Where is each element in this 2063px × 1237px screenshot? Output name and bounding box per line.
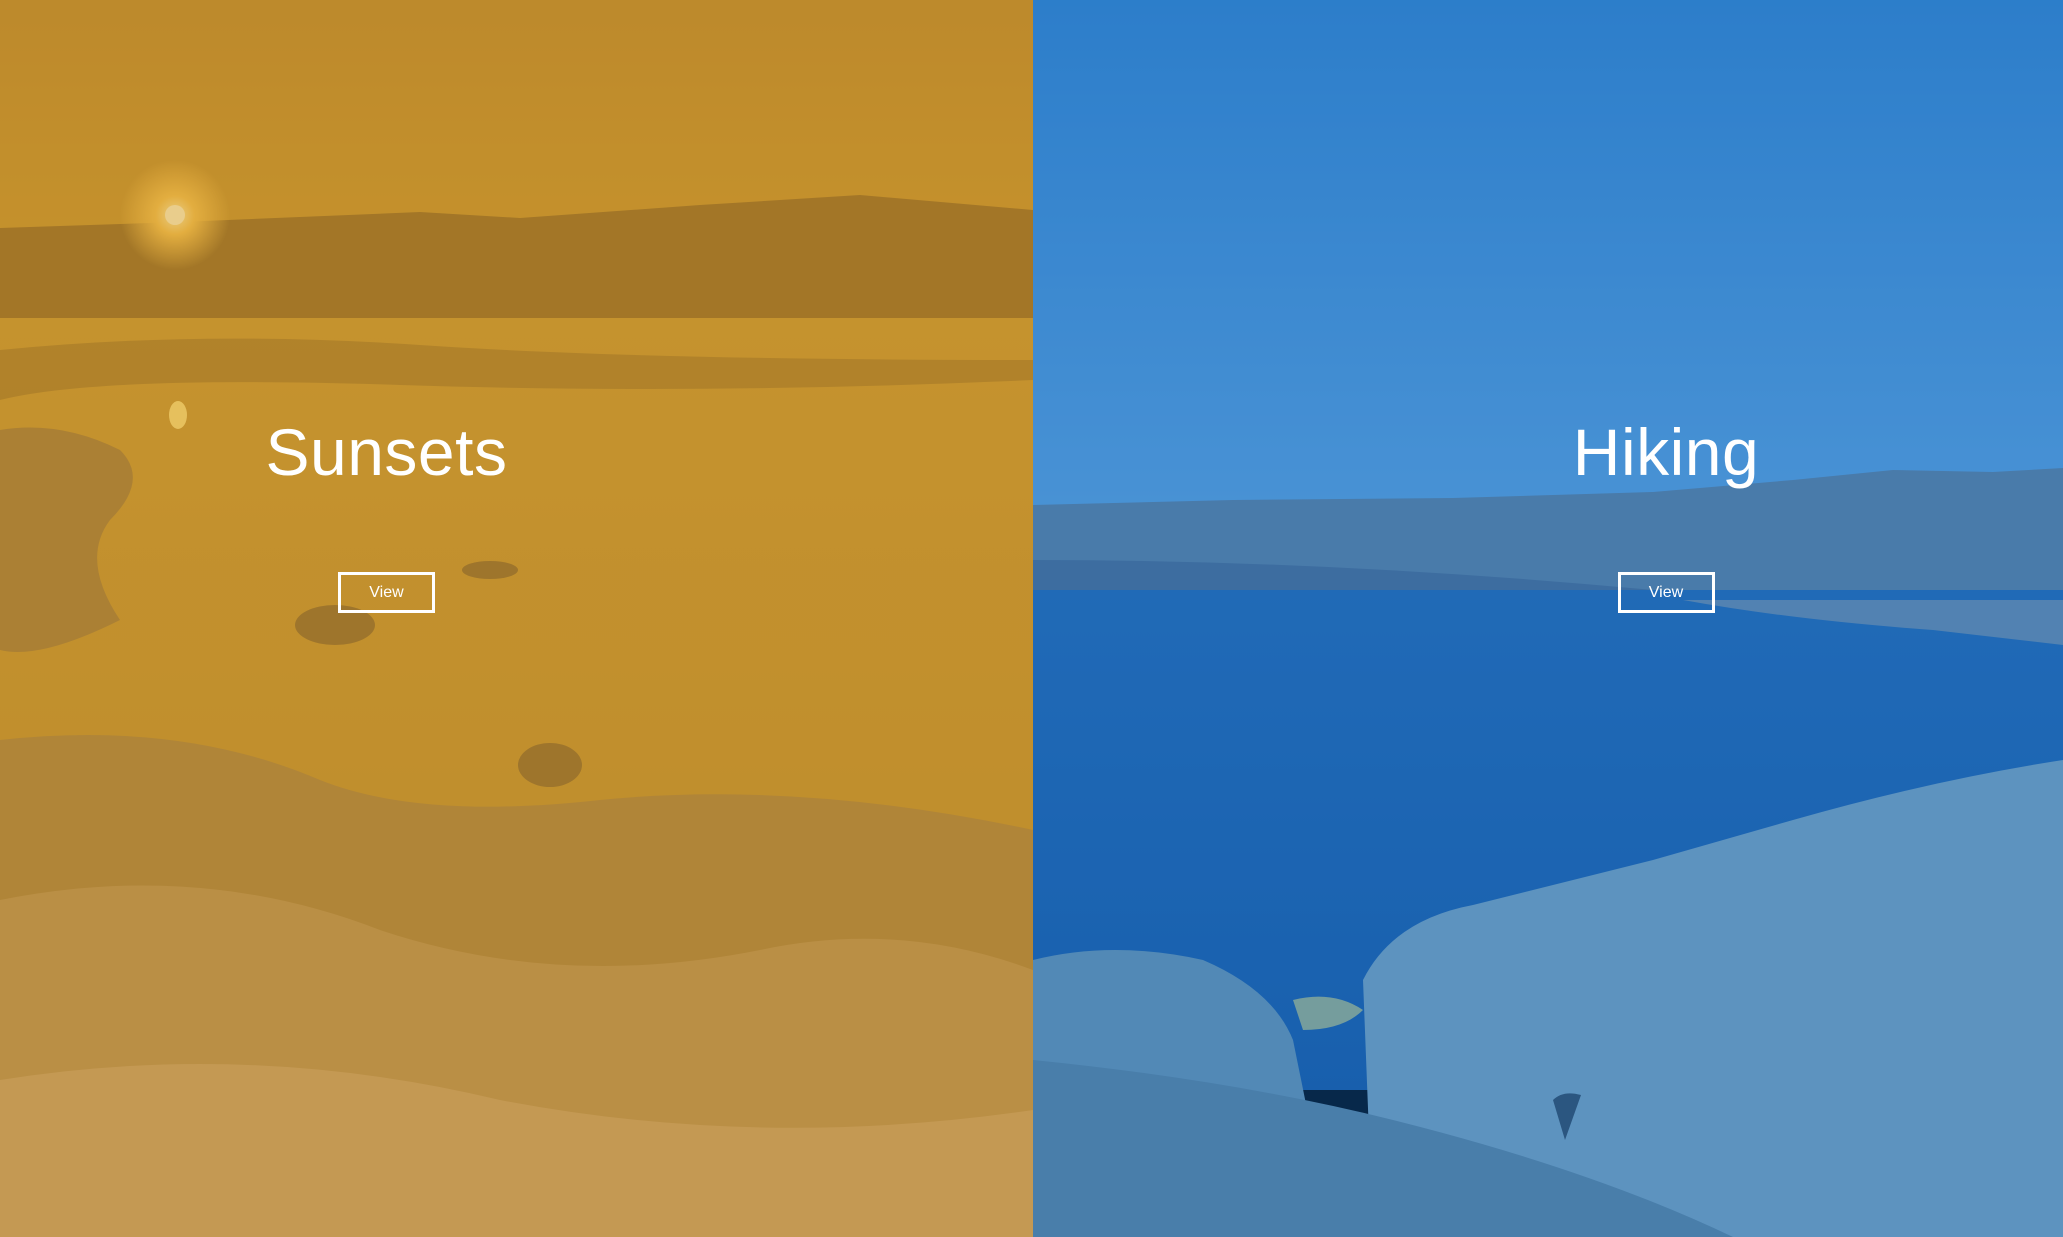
sunsets-panel[interactable]: Sunsets View xyxy=(0,0,1033,1237)
panel-content: Hiking View xyxy=(1151,410,2063,613)
panel-title: Hiking xyxy=(1572,415,1760,489)
panel-title: Sunsets xyxy=(265,415,508,489)
view-button[interactable]: View xyxy=(338,572,435,613)
hiking-panel[interactable]: Hiking View xyxy=(1033,0,2063,1237)
color-overlay xyxy=(1033,0,2063,1237)
color-overlay xyxy=(0,0,1033,1237)
panel-content: Sunsets View xyxy=(0,410,903,613)
category-split-view: Sunsets View Hiking View xyxy=(0,0,2063,1237)
view-button[interactable]: View xyxy=(1617,572,1715,613)
